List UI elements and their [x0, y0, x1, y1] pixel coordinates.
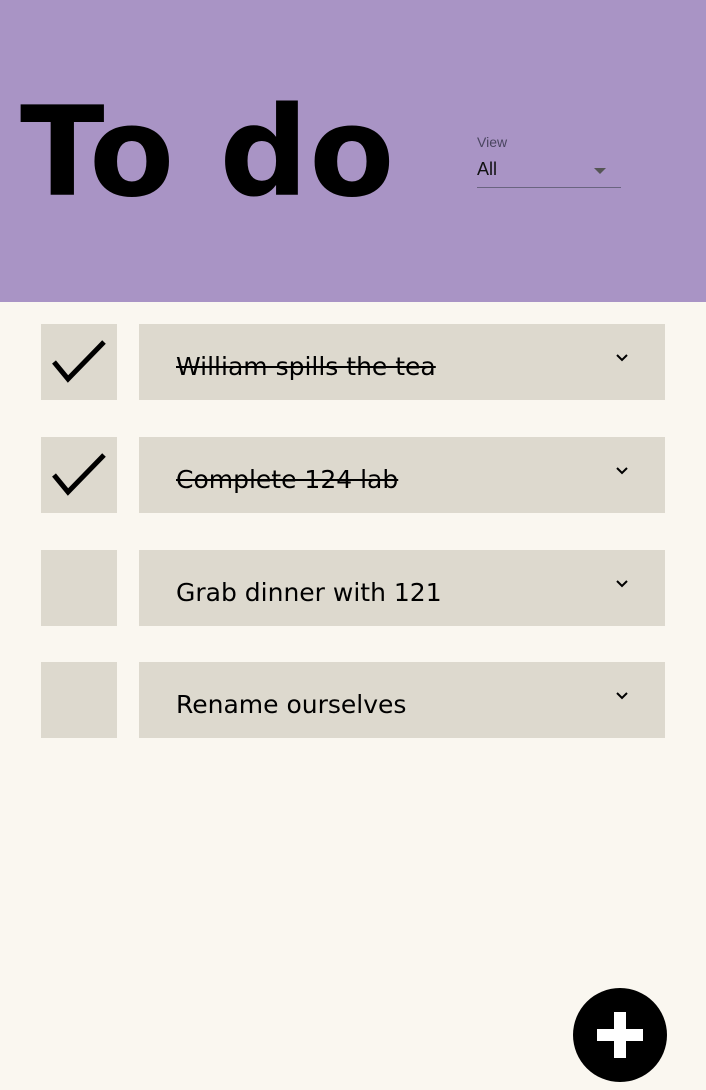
task-item: Complete 124 lab — [41, 437, 665, 513]
task-text: Complete 124 lab — [176, 465, 399, 494]
checkmark-icon — [52, 340, 106, 383]
app-header: To do View All — [0, 0, 706, 302]
checkmark-icon — [52, 453, 106, 496]
task-checkbox[interactable] — [41, 437, 117, 513]
view-filter-value: All — [477, 159, 498, 179]
chevron-down-icon[interactable] — [615, 579, 629, 589]
view-filter-select[interactable]: View All — [477, 133, 621, 189]
task-checkbox[interactable] — [41, 662, 117, 738]
page-title: To do — [20, 81, 396, 225]
task-text: William spills the tea — [176, 352, 436, 381]
task-card[interactable]: Complete 124 lab — [139, 437, 665, 513]
view-filter-underline — [477, 187, 621, 188]
task-checkbox[interactable] — [41, 324, 117, 400]
chevron-down-icon[interactable] — [615, 466, 629, 476]
task-item: William spills the tea — [41, 324, 665, 400]
task-item: Grab dinner with 121 — [41, 550, 665, 626]
chevron-down-icon[interactable] — [615, 691, 629, 701]
add-task-button[interactable] — [573, 988, 667, 1082]
chevron-down-icon[interactable] — [615, 353, 629, 363]
dropdown-caret-icon — [594, 168, 606, 174]
task-text: Rename ourselves — [176, 690, 407, 719]
task-card[interactable]: William spills the tea — [139, 324, 665, 400]
task-card[interactable]: Grab dinner with 121 — [139, 550, 665, 626]
view-filter-label: View — [477, 134, 508, 150]
task-text: Grab dinner with 121 — [176, 578, 442, 607]
task-item: Rename ourselves — [41, 662, 665, 738]
task-card[interactable]: Rename ourselves — [139, 662, 665, 738]
task-checkbox[interactable] — [41, 550, 117, 626]
